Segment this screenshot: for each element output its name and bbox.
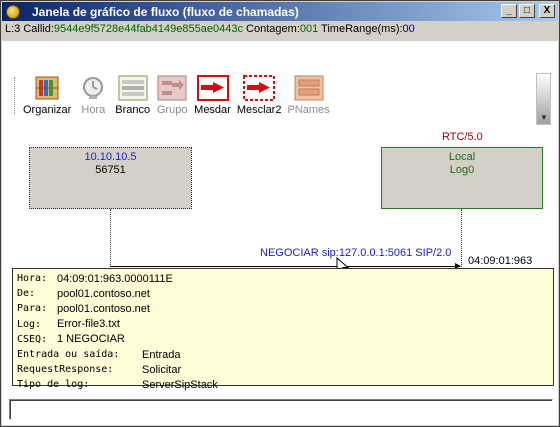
mesclar2-icon: [243, 75, 276, 101]
status-field[interactable]: [9, 399, 553, 420]
vertical-scroll-thumb[interactable]: ▼: [536, 73, 551, 125]
detail-key: Entrada ou saída:: [17, 349, 120, 361]
contagem-value: 001: [299, 23, 319, 35]
detail-value: pool01.contoso.net: [57, 302, 150, 315]
detail-value: 04:09:01:963.0000111E: [57, 272, 173, 285]
client-ip: 10.10.10.5: [84, 151, 137, 163]
mesclar2-button[interactable]: Mesclar2: [236, 75, 282, 125]
callid-value: 9544e9f5728e44fab4149e855ae0443c: [53, 23, 243, 35]
detail-row: CSEQ: 1 NEGOCIAR: [17, 332, 549, 347]
detail-value: Solicitar: [142, 363, 182, 376]
detail-key: Hora:: [17, 273, 48, 285]
message-timestamp: 04:09:01:963: [468, 255, 533, 267]
pnames-icon: [293, 75, 325, 101]
detail-key: De:: [17, 288, 36, 300]
organizar-label: Organizar: [23, 104, 72, 116]
grupo-icon: [156, 75, 188, 101]
hora-label: Hora: [81, 104, 106, 116]
lifeline-local: [461, 209, 462, 269]
detail-key: Log:: [17, 318, 42, 330]
minimize-button[interactable]: _: [501, 4, 517, 18]
mesclar2-label: Mesclar2: [236, 104, 282, 116]
line-callid-label: L:3 Callid:: [5, 23, 54, 35]
local-label: Local: [448, 151, 476, 163]
detail-value: Entrada: [142, 348, 181, 361]
close-button[interactable]: X: [539, 4, 555, 18]
mesdar-label: Mesdar: [194, 104, 231, 116]
pnames-label: PNames: [287, 104, 330, 116]
maximize-button[interactable]: □: [519, 4, 535, 18]
contagem-label: Contagem:: [242, 23, 300, 35]
grupo-button[interactable]: Grupo: [156, 75, 188, 125]
client-port: 56751: [95, 164, 126, 176]
detail-row: Entrada ou saída: Entrada: [17, 347, 549, 362]
detail-key: CSEQ:: [17, 333, 48, 345]
organizar-button[interactable]: Organizar: [23, 75, 71, 125]
clock-icon: [77, 75, 109, 101]
detail-row: Hora: 04:09:01:963.0000111E: [17, 271, 549, 286]
message-detail-panel: Hora: 04:09:01:963.0000111E De: pool01.con…: [12, 268, 554, 391]
detail-value: pool01.contoso.net: [57, 287, 150, 300]
app-icon: [6, 4, 20, 19]
detail-row: Para: pool01.contoso.net: [17, 301, 549, 316]
title-bar[interactable]: Janela de gráfico de fluxo (fluxo de cha…: [2, 2, 558, 21]
detail-key: Tipo de log:: [17, 379, 90, 391]
message-label[interactable]: NEGOCIAR sip:127.0.0.1:5061 SIP/2.0: [260, 247, 451, 259]
participant-box-local[interactable]: Local Log0: [381, 147, 543, 209]
mesdar-button[interactable]: Mesdar: [194, 75, 231, 125]
time-range-value: 00: [402, 23, 415, 35]
call-info-bar: L:3 Callid:9544e9f5728e44fab4149e855ae04…: [5, 23, 555, 39]
message-arrow[interactable]: [110, 266, 460, 267]
detail-row: Tipo de log: ServerSipStack: [17, 377, 549, 392]
toolbar: Organizar Hora Branco Grupo Mesdar Mescl…: [14, 75, 336, 125]
scroll-down-icon: ▼: [540, 113, 548, 122]
log-label: Log0: [449, 164, 475, 176]
grupo-label: Grupo: [156, 104, 188, 116]
detail-key: Para:: [17, 303, 48, 315]
detail-key: RequestResponse:: [17, 364, 114, 376]
detail-value: Error-file3.txt: [57, 318, 120, 331]
toolbar-grip[interactable]: [14, 77, 17, 115]
branco-icon: [117, 75, 149, 101]
rtc-version-label: RTC/5.0: [442, 131, 483, 143]
participant-box-client[interactable]: 10.10.10.5 56751: [29, 147, 192, 209]
diagram-area: Organizar Hora Branco Grupo Mesdar Mescl…: [2, 41, 558, 425]
mesdar-icon: [196, 75, 229, 101]
organizar-icon: [31, 75, 63, 101]
lifeline-client: [110, 209, 111, 269]
detail-value: 1 NEGOCIAR: [57, 333, 125, 346]
time-range-label: TimeRange(ms):: [318, 23, 403, 35]
window-title: Janela de gráfico de fluxo (fluxo de cha…: [32, 4, 299, 19]
flow-chart-window: Janela de gráfico de fluxo (fluxo de cha…: [0, 0, 560, 427]
pnames-button[interactable]: PNames: [287, 75, 330, 125]
hora-button[interactable]: Hora: [77, 75, 109, 125]
detail-row: RequestResponse: Solicitar: [17, 362, 549, 377]
detail-value: ServerSipStack: [142, 378, 218, 391]
detail-row: Log: Error-file3.txt: [17, 317, 549, 332]
branco-label: Branco: [115, 104, 151, 116]
detail-row: De: pool01.contoso.net: [17, 286, 549, 301]
branco-button[interactable]: Branco: [115, 75, 150, 125]
